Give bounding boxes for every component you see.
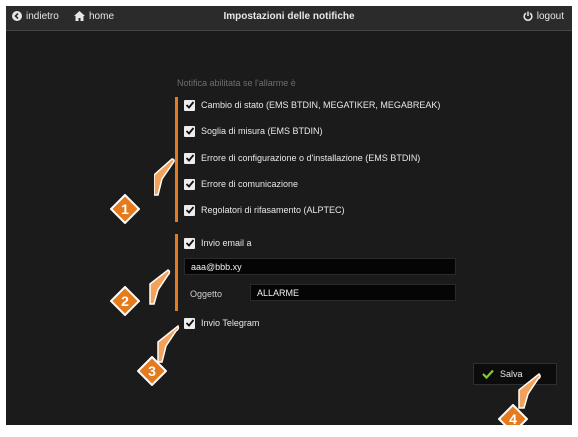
pointing-hand-icon: [149, 269, 171, 305]
app-window: indietro home Impostazioni delle notific…: [6, 6, 572, 425]
page-title: Impostazioni delle notifiche: [223, 11, 355, 22]
power-icon: [523, 11, 533, 22]
checkbox-label: Errore di configurazione o d'installazio…: [201, 153, 421, 163]
checkmark-icon: [185, 239, 194, 247]
checkmark-icon: [185, 127, 194, 135]
checkbox-box[interactable]: [184, 204, 195, 216]
checkbox-box[interactable]: [184, 317, 195, 329]
top-bar: indietro home Impostazioni delle notific…: [6, 6, 572, 31]
checkbox-label: Soglia di misura (EMS BTDIN): [201, 126, 323, 136]
checkbox-label: Regolatori di rifasamento (ALPTEC): [201, 205, 345, 215]
callout-4-number: 4: [509, 411, 517, 425]
checkbox-label: Cambio di stato (EMS BTDIN, MEGATIKER, M…: [201, 100, 441, 110]
checkbox-label: Errore di comunicazione: [201, 179, 299, 189]
subject-label: Oggetto: [190, 289, 223, 299]
email-address-input[interactable]: [184, 258, 456, 275]
checkmark-icon: [185, 206, 194, 214]
alarm-checkbox-state-change[interactable]: Cambio di stato (EMS BTDIN, MEGATIKER, M…: [184, 98, 440, 112]
logout-label: logout: [536, 11, 564, 22]
email-checkbox[interactable]: Invio email a: [184, 236, 252, 250]
callout-3: 3: [137, 356, 167, 386]
callout-1-number: 1: [121, 201, 129, 217]
checkbox-box[interactable]: [184, 178, 195, 190]
telegram-checkbox-label: Invio Telegram: [201, 318, 260, 328]
alarm-checkbox-power-factor[interactable]: Regolatori di rifasamento (ALPTEC): [184, 203, 345, 217]
checkmark-icon: [185, 180, 194, 188]
alarm-section-title: Notifica abilitata se l'allarme è: [177, 78, 296, 88]
alarm-checkbox-config-error[interactable]: Errore di configurazione o d'installazio…: [184, 151, 420, 165]
checkmark-icon: [185, 154, 194, 162]
checkbox-box[interactable]: [184, 125, 195, 137]
save-button[interactable]: Salva: [473, 363, 557, 385]
pointing-hand-icon: [154, 158, 175, 196]
logout-button[interactable]: logout: [523, 11, 564, 22]
callout-2-number: 2: [121, 293, 129, 309]
callout-4: 4: [498, 404, 528, 425]
checkbox-box[interactable]: [184, 152, 195, 164]
callout-3-number: 3: [148, 363, 156, 379]
telegram-checkbox[interactable]: Invio Telegram: [184, 316, 259, 330]
callout-2: 2: [110, 286, 140, 316]
alarm-checkbox-threshold[interactable]: Soglia di misura (EMS BTDIN): [184, 124, 323, 138]
checkmark-icon: [185, 319, 194, 327]
checkbox-box[interactable]: [184, 99, 195, 111]
alarm-checkbox-communication-error[interactable]: Errore di comunicazione: [184, 177, 298, 191]
checkbox-box[interactable]: [184, 237, 195, 249]
subject-input[interactable]: [250, 284, 456, 301]
checkmark-icon: [185, 101, 194, 109]
email-checkbox-label: Invio email a: [201, 238, 252, 248]
checkmark-icon: [482, 369, 494, 379]
callout-1: 1: [110, 194, 140, 224]
email-group-bar: [175, 234, 178, 311]
